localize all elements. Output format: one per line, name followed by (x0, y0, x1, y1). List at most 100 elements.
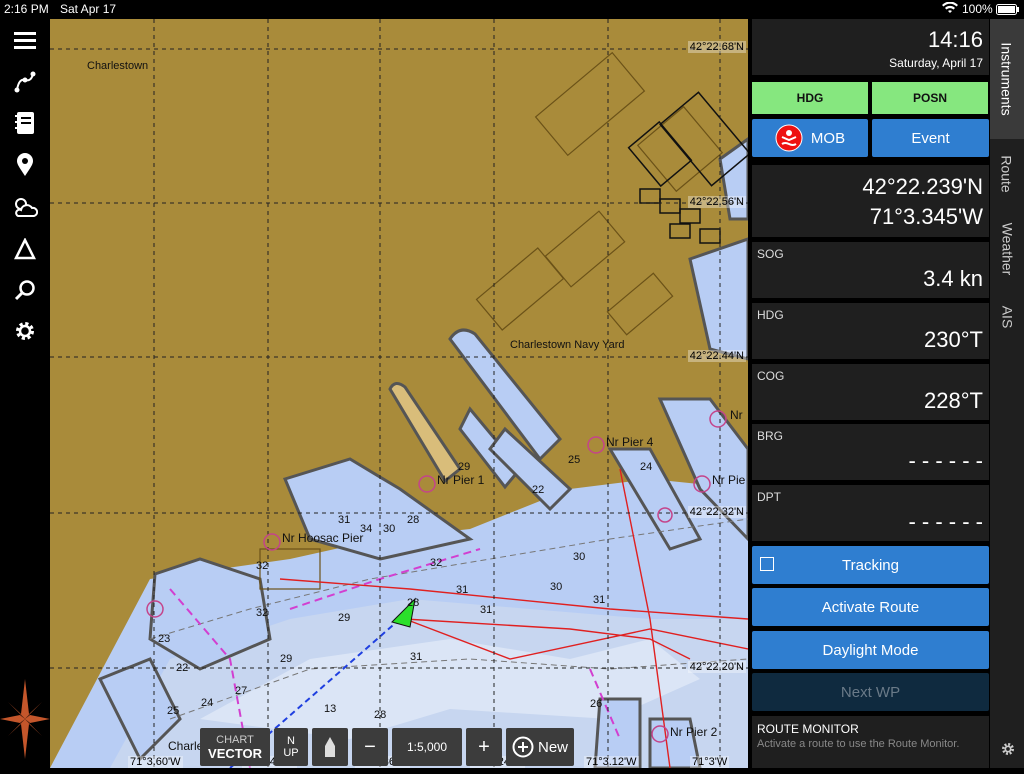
next-wp-button[interactable]: Next WP (752, 673, 989, 711)
logbook-icon[interactable] (11, 109, 39, 137)
sounding: 31 (480, 604, 493, 616)
sounding: 31 (338, 514, 351, 526)
lat-label: 42°22.68'N (687, 41, 746, 53)
chart-canvas (50, 19, 748, 768)
sounding: 32 (256, 560, 269, 572)
chart-mode-button[interactable]: CHART VECTOR (200, 728, 270, 766)
compass-rose-icon (0, 669, 50, 774)
hdg-tile: HDG 230°T (752, 303, 989, 359)
sounding: 29 (280, 653, 293, 665)
sog-value: 3.4 kn (923, 266, 983, 291)
zoom-out-button[interactable]: − (352, 728, 388, 766)
boat-icon (325, 737, 335, 757)
place-label: Nr Hoosac Pier (282, 531, 364, 545)
sounding: 13 (324, 703, 337, 715)
plus-circle-icon (512, 736, 534, 758)
place-label: Nr Pier 2 (670, 725, 718, 739)
cog-tile: COG 228°T (752, 364, 989, 420)
activate-route-button[interactable]: Activate Route (752, 588, 989, 626)
longitude-value: 71°3.345'W (869, 204, 983, 229)
route-monitor-text: Activate a route to use the Route Monito… (757, 738, 960, 750)
weather-icon[interactable] (11, 193, 39, 221)
waypoint-icon[interactable] (11, 151, 39, 179)
zoom-in-button[interactable]: + (466, 728, 502, 766)
tab-weather[interactable]: Weather (990, 209, 1024, 289)
hdg-value: 230°T (924, 327, 983, 352)
battery-percent: 100% (962, 2, 993, 16)
clock-date: Saturday, April 17 (889, 56, 983, 70)
chart-mode-value: VECTOR (208, 745, 262, 761)
dpt-label: DPT (757, 490, 781, 504)
mob-button[interactable]: MOB (752, 119, 868, 157)
lat-label: 42°22.32'N (687, 506, 746, 518)
sounding: 34 (360, 523, 373, 535)
clock-tile: 14:16 Saturday, April 17 (752, 19, 989, 75)
sounding: 23 (158, 633, 171, 645)
route-icon[interactable] (11, 68, 39, 96)
brg-tile: BRG - - - - - - (752, 424, 989, 480)
settings-gear-icon[interactable] (11, 317, 39, 345)
lat-label: 42°22.56'N (687, 196, 746, 208)
route-monitor-tile: ROUTE MONITOR Activate a route to use th… (752, 716, 989, 768)
sounding: 24 (640, 461, 653, 473)
tide-triangle-icon[interactable] (11, 235, 39, 263)
clock-time: 14:16 (927, 27, 983, 52)
nautical-chart[interactable]: 42°22.68'N 42°22.56'N 42°22.44'N 42°22.3… (50, 19, 748, 768)
north-up-button[interactable]: N UP (274, 728, 308, 766)
tab-instruments[interactable]: Instruments (990, 19, 1024, 139)
hdg-button[interactable]: HDG (752, 82, 868, 114)
sounding: 28 (407, 597, 420, 609)
panel-settings-gear-icon[interactable] (1000, 741, 1016, 762)
sounding: 26 (590, 698, 603, 710)
place-label: Charlestown (87, 60, 149, 72)
tab-route[interactable]: Route (990, 144, 1024, 204)
status-date: Sat Apr 17 (60, 2, 117, 16)
brg-value: - - - - - - (908, 448, 983, 473)
place-label: Nr Pier 4 (606, 435, 654, 449)
sounding: 27 (235, 685, 248, 697)
sounding: 31 (410, 651, 423, 663)
event-button[interactable]: Event (872, 119, 989, 157)
tracking-checkbox[interactable] (760, 557, 774, 571)
scale-display: 1:5,000 (392, 728, 462, 766)
chart-toolbar: CHART VECTOR N UP − 1:5,000 + New (200, 728, 574, 768)
panel-tabs: Instruments Route Weather AIS (990, 19, 1024, 768)
place-label: Nr Pie (712, 473, 746, 487)
sounding: 32 (430, 557, 443, 569)
tracking-button[interactable]: Tracking (752, 546, 989, 584)
battery-icon (996, 4, 1020, 18)
sounding: 22 (176, 662, 189, 674)
latitude-value: 42°22.239'N (862, 174, 983, 199)
search-icon[interactable] (11, 276, 39, 304)
mob-label: MOB (810, 129, 846, 147)
lon-label: 71°3.12'W (584, 756, 639, 768)
lon-label: 71°3'W (690, 756, 730, 768)
place-label: Charlestown Navy Yard (510, 339, 625, 351)
posn-button[interactable]: POSN (872, 82, 988, 114)
lon-label: 71°3.60'W (128, 756, 183, 768)
menu-icon[interactable] (11, 26, 39, 54)
dpt-value: - - - - - - (908, 509, 983, 534)
hdg-label: HDG (757, 308, 784, 322)
tracking-label: Tracking (842, 556, 899, 574)
mob-icon (775, 124, 803, 152)
dpt-tile: DPT - - - - - - (752, 485, 989, 541)
new-button[interactable]: New (506, 728, 574, 766)
boat-center-button[interactable] (312, 728, 348, 766)
sounding: 30 (550, 581, 563, 593)
sounding: 24 (201, 697, 214, 709)
place-label: Nr Pier 1 (437, 473, 485, 487)
sounding: 30 (383, 523, 396, 535)
lat-label: 42°22.44'N (687, 350, 746, 362)
daylight-mode-button[interactable]: Daylight Mode (752, 631, 989, 669)
sounding: 29 (338, 612, 351, 624)
tab-ais[interactable]: AIS (990, 297, 1024, 337)
route-monitor-title: ROUTE MONITOR (757, 722, 859, 736)
up-label: UP (283, 747, 299, 759)
cog-label: COG (757, 369, 785, 383)
brg-label: BRG (757, 429, 784, 443)
north-label: N (287, 735, 295, 747)
sog-label: SOG (757, 247, 784, 261)
sounding: 32 (256, 607, 269, 619)
sounding: 28 (374, 709, 387, 721)
